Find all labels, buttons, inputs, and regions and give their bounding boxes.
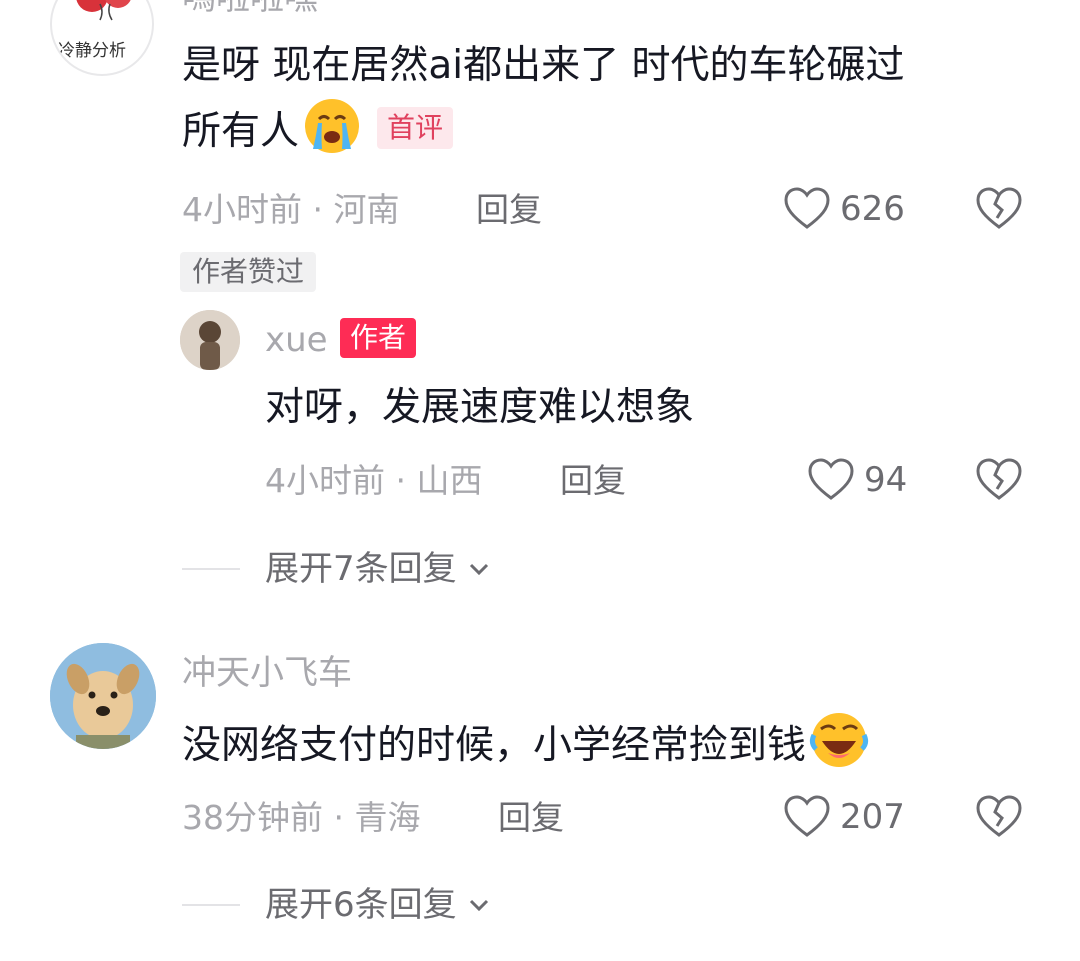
author-tag: 作者 [340, 318, 417, 358]
dislike-button[interactable] [974, 184, 1024, 238]
avatar[interactable] [50, 643, 156, 749]
avatar-image [50, 643, 156, 749]
reply-button[interactable]: 回复 [560, 461, 626, 501]
divider [182, 904, 240, 906]
broken-heart-icon [976, 187, 1022, 229]
reply-meta: 4小时前 · 山西 [265, 461, 483, 500]
dislike-button[interactable] [974, 792, 1024, 846]
reply-text: 对呀，发展速度难以想象 [265, 385, 695, 430]
comment-text-line: 所有人 首评 [182, 95, 454, 161]
heart-outline-icon [784, 187, 830, 229]
heart-outline-icon [808, 458, 854, 500]
divider [182, 568, 240, 570]
broken-heart-icon [976, 795, 1022, 837]
like-count: 626 [840, 189, 905, 229]
liked-by-author-tag: 作者赞过 [180, 252, 317, 292]
reply-button[interactable]: 回复 [498, 798, 564, 838]
comment-text: 没网络支付的时候，小学经常捡到钱 [182, 723, 807, 768]
broken-heart-icon [976, 458, 1022, 500]
avatar[interactable] [180, 310, 240, 370]
comment-text-line: 没网络支付的时候，小学经常捡到钱 [182, 712, 870, 772]
expand-replies-button[interactable]: 展开7条回复 [265, 549, 495, 589]
like-button[interactable]: 626 [782, 184, 905, 234]
comment-text-line: 是呀 现在居然ai都出来了 时代的车轮碾过 [182, 43, 905, 88]
comment-username[interactable]: 冲天小飞车 [182, 653, 352, 693]
dislike-button[interactable] [974, 455, 1024, 509]
comment-meta: 38分钟前 · 青海 [182, 798, 421, 837]
like-button[interactable]: 94 [806, 455, 907, 505]
crying-face-icon [301, 95, 363, 161]
like-button[interactable]: 207 [782, 792, 905, 842]
reply-username[interactable]: xue [265, 320, 328, 360]
chevron-down-icon [469, 899, 488, 912]
avatar-image [180, 310, 240, 370]
expand-replies-label: 展开7条回复 [265, 549, 457, 589]
comment-text: 所有人 [182, 109, 300, 154]
laughing-face-icon [808, 709, 870, 775]
comment-meta: 4小时前 · 河南 [182, 190, 400, 229]
heart-outline-icon [784, 795, 830, 837]
like-count: 207 [840, 797, 905, 837]
expand-replies-label: 展开6条回复 [265, 885, 457, 925]
expand-replies-button[interactable]: 展开6条回复 [265, 885, 495, 925]
avatar-caption: 冷静分析 [58, 41, 126, 61]
reply-button[interactable]: 回复 [476, 190, 542, 230]
like-count: 94 [864, 460, 908, 500]
first-comment-tag: 首评 [377, 107, 454, 149]
chevron-down-icon [469, 563, 488, 576]
avatar[interactable]: 冷静分析 [50, 0, 154, 76]
comment-username[interactable]: 嗎啦啦嘿 [182, 0, 318, 18]
